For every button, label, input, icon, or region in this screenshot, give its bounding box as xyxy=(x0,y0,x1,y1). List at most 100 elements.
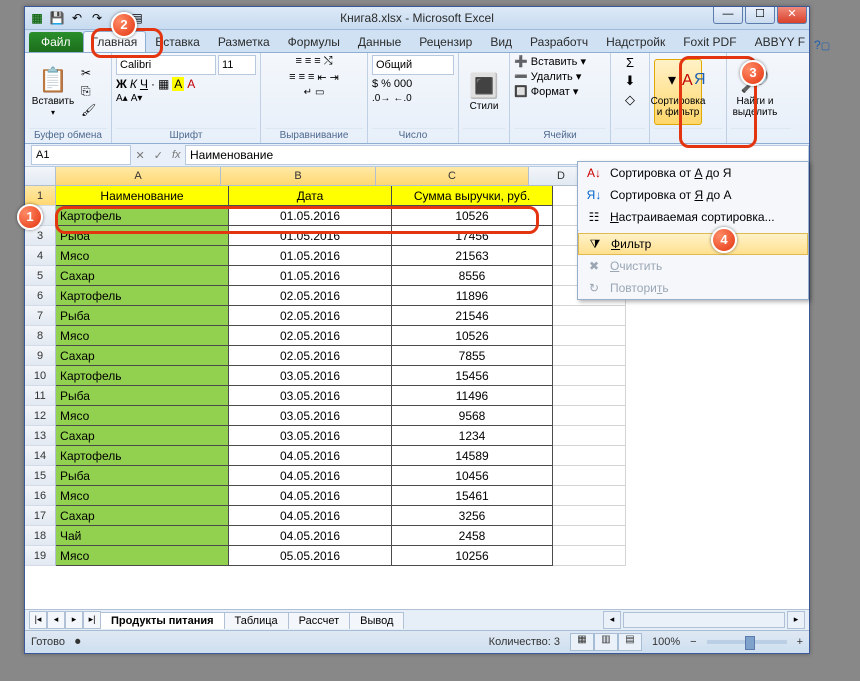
cell-date[interactable]: 01.05.2016 xyxy=(229,266,392,286)
tab-data[interactable]: Данные xyxy=(349,31,410,52)
row-head[interactable]: 6 xyxy=(25,286,56,306)
zoom-out-button[interactable]: − xyxy=(690,636,696,648)
border-button[interactable]: ▦ xyxy=(158,77,169,91)
cell-sum[interactable]: 21563 xyxy=(392,246,553,266)
name-box[interactable]: A1 xyxy=(31,145,131,165)
sheet-tab[interactable]: Таблица xyxy=(224,612,289,629)
cell-sum[interactable]: 11496 xyxy=(392,386,553,406)
cell-date[interactable]: 02.05.2016 xyxy=(229,346,392,366)
merge-icon[interactable]: ▭ xyxy=(315,87,324,98)
empty-cell[interactable] xyxy=(553,546,626,566)
cell-date[interactable]: 02.05.2016 xyxy=(229,306,392,326)
cell-date[interactable]: 01.05.2016 xyxy=(229,206,392,226)
header-cell[interactable]: Наименование xyxy=(56,186,229,206)
cell-name[interactable]: Сахар xyxy=(56,506,229,526)
align-mid-icon[interactable]: ≡ xyxy=(305,55,311,68)
align-right-icon[interactable]: ≡ xyxy=(308,71,314,84)
wrap-text-icon[interactable]: ↵ xyxy=(304,87,312,98)
align-left-icon[interactable]: ≡ xyxy=(289,71,295,84)
empty-cell[interactable] xyxy=(553,406,626,426)
comma-icon[interactable]: 000 xyxy=(394,78,412,90)
row-head[interactable]: 13 xyxy=(25,426,56,446)
cell-sum[interactable]: 15456 xyxy=(392,366,553,386)
orientation-icon[interactable]: ⤭ xyxy=(324,55,333,68)
tab-developer[interactable]: Разработч xyxy=(521,31,597,52)
dec-decimal-icon[interactable]: ←.0 xyxy=(393,93,411,104)
cell-date[interactable]: 03.05.2016 xyxy=(229,386,392,406)
close-button[interactable]: ✕ xyxy=(777,7,807,24)
row-head[interactable]: 16 xyxy=(25,486,56,506)
row-head[interactable]: 10 xyxy=(25,366,56,386)
tab-review[interactable]: Рецензир xyxy=(410,31,481,52)
cell-date[interactable]: 01.05.2016 xyxy=(229,246,392,266)
menu-sort-az[interactable]: A↓ Сортировка от А до Я xyxy=(578,162,808,184)
ribbon-collapse-icon[interactable]: ▢ xyxy=(821,41,830,52)
indent-dec-icon[interactable]: ⇤ xyxy=(317,71,326,84)
row-head[interactable]: 18 xyxy=(25,526,56,546)
cell-date[interactable]: 04.05.2016 xyxy=(229,486,392,506)
indent-inc-icon[interactable]: ⇥ xyxy=(330,71,339,84)
delete-cells-button[interactable]: ➖ Удалить ▾ xyxy=(514,70,606,83)
col-A[interactable]: A xyxy=(56,167,221,185)
tab-file[interactable]: Файл xyxy=(29,32,83,52)
hscroll-right[interactable]: ▸ xyxy=(787,611,805,629)
insert-cells-button[interactable]: ➕ Вставить ▾ xyxy=(514,55,606,68)
row-head[interactable]: 4 xyxy=(25,246,56,266)
copy-icon[interactable]: ⎘ xyxy=(81,84,96,99)
zoom-in-button[interactable]: + xyxy=(797,636,803,648)
cell-sum[interactable]: 10256 xyxy=(392,546,553,566)
cell-sum[interactable]: 1234 xyxy=(392,426,553,446)
cell-name[interactable]: Рыба xyxy=(56,386,229,406)
zoom-slider[interactable] xyxy=(707,640,787,644)
currency-icon[interactable]: $ xyxy=(372,78,378,90)
help-icon[interactable]: ? xyxy=(814,38,821,52)
empty-cell[interactable] xyxy=(553,386,626,406)
font-name-combo[interactable]: Calibri xyxy=(116,55,216,75)
menu-custom-sort[interactable]: ☷ Настраиваемая сортировка... xyxy=(578,206,808,228)
tab-addins[interactable]: Надстройк xyxy=(597,31,674,52)
sheet-tab[interactable]: Продукты питания xyxy=(100,612,225,629)
hscroll-track[interactable] xyxy=(623,612,785,628)
cell-name[interactable]: Рыба xyxy=(56,226,229,246)
row-head[interactable]: 14 xyxy=(25,446,56,466)
cell-name[interactable]: Сахар xyxy=(56,426,229,446)
cell-sum[interactable]: 9568 xyxy=(392,406,553,426)
cell-name[interactable]: Картофель xyxy=(56,366,229,386)
format-cells-button[interactable]: 🔲 Формат ▾ xyxy=(514,85,606,98)
number-format-combo[interactable]: Общий xyxy=(372,55,454,75)
font-size-combo[interactable]: 11 xyxy=(218,55,256,75)
cell-name[interactable]: Мясо xyxy=(56,486,229,506)
cell-name[interactable]: Картофель xyxy=(56,286,229,306)
macro-record-icon[interactable]: ⏺ xyxy=(75,636,81,649)
cell-name[interactable]: Мясо xyxy=(56,546,229,566)
header-cell[interactable]: Дата xyxy=(229,186,392,206)
tab-insert[interactable]: Вставка xyxy=(146,31,209,52)
italic-button[interactable]: К xyxy=(130,77,137,91)
styles-button[interactable]: 🔳 Стили xyxy=(463,59,505,125)
cell-name[interactable]: Рыба xyxy=(56,466,229,486)
hscroll-left[interactable]: ◂ xyxy=(603,611,621,629)
shrink-font-icon[interactable]: A▾ xyxy=(131,93,143,104)
autosum-icon[interactable]: Σ xyxy=(626,55,634,70)
row-head[interactable]: 9 xyxy=(25,346,56,366)
align-center-icon[interactable]: ≡ xyxy=(299,71,305,84)
row-head[interactable]: 1 xyxy=(25,186,56,206)
cancel-fx-icon[interactable]: ✕ xyxy=(136,149,145,162)
sheet-tab[interactable]: Вывод xyxy=(349,612,404,629)
align-top-icon[interactable]: ≡ xyxy=(295,55,301,68)
cell-name[interactable]: Мясо xyxy=(56,406,229,426)
fx-icon[interactable]: fx xyxy=(172,149,181,162)
cell-date[interactable]: 02.05.2016 xyxy=(229,286,392,306)
row-head[interactable]: 8 xyxy=(25,326,56,346)
row-head[interactable]: 5 xyxy=(25,266,56,286)
empty-cell[interactable] xyxy=(553,306,626,326)
cell-name[interactable]: Рыба xyxy=(56,306,229,326)
clear-icon[interactable]: ◇ xyxy=(625,92,635,108)
cell-sum[interactable]: 15461 xyxy=(392,486,553,506)
cell-name[interactable]: Сахар xyxy=(56,266,229,286)
empty-cell[interactable] xyxy=(553,326,626,346)
menu-filter[interactable]: ⧩ Фильтр xyxy=(578,233,808,255)
row-head[interactable]: 12 xyxy=(25,406,56,426)
cell-date[interactable]: 03.05.2016 xyxy=(229,406,392,426)
cell-date[interactable]: 04.05.2016 xyxy=(229,526,392,546)
